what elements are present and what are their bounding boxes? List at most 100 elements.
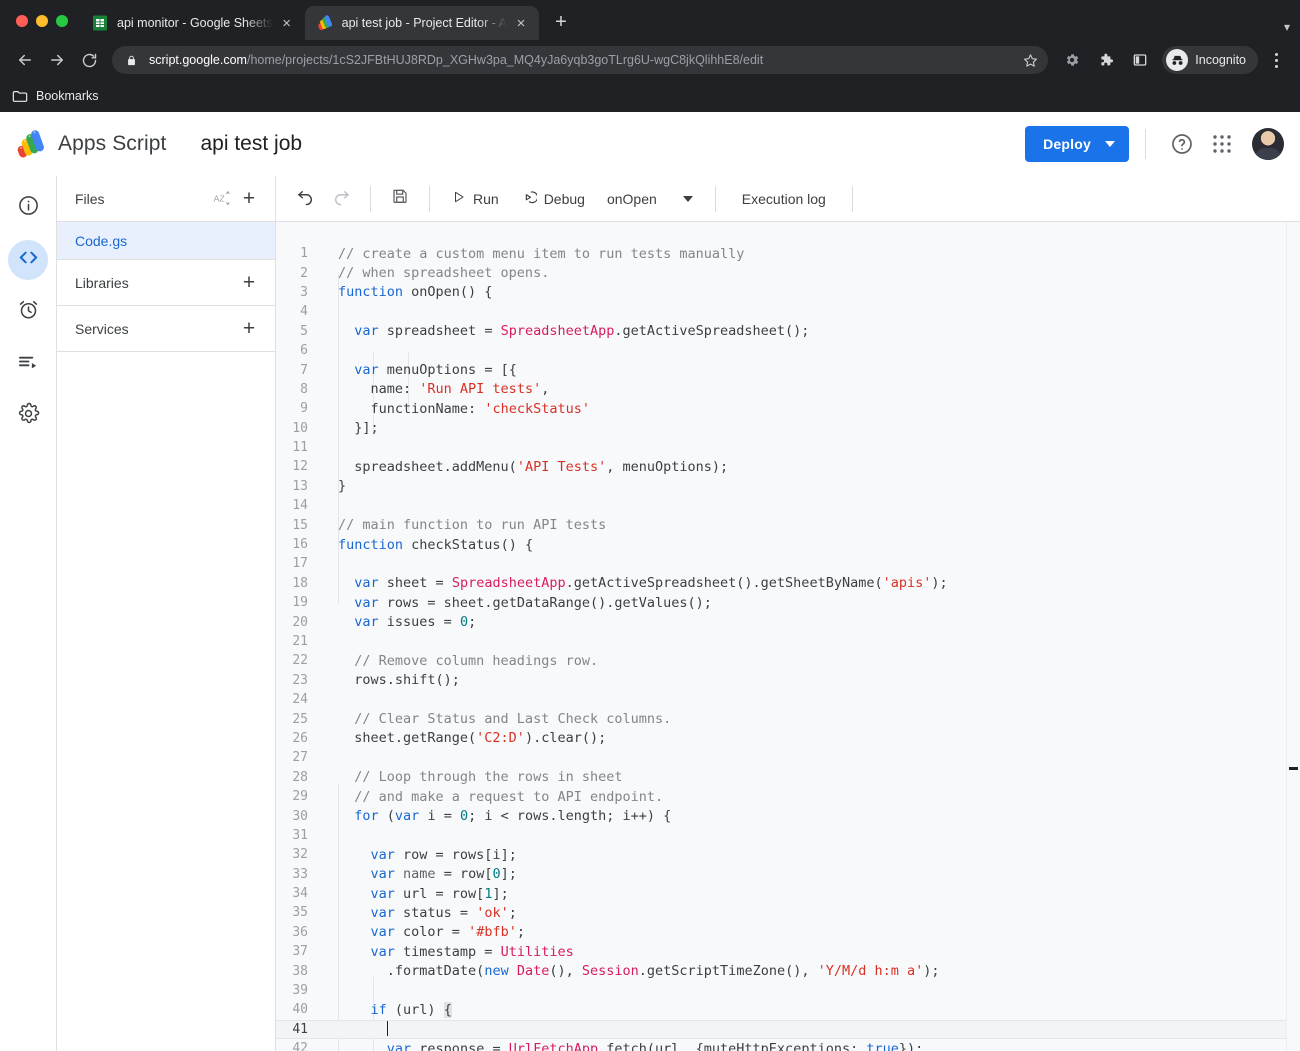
back-button[interactable] (10, 45, 40, 75)
code-line[interactable]: 20 var issues = 0; (276, 612, 1286, 631)
browser-tab-sheets[interactable]: api monitor - Google Sheets × (80, 6, 305, 40)
line-number: 2 (300, 265, 308, 281)
add-library-button[interactable]: + (235, 269, 263, 297)
redo-button[interactable] (324, 182, 358, 216)
close-icon[interactable]: × (511, 13, 531, 33)
code-line[interactable]: 40 if (url) { (276, 1000, 1286, 1019)
tab-list-button[interactable]: ▾ (1284, 20, 1300, 40)
libraries-section-header[interactable]: Libraries + (57, 260, 275, 306)
code-line[interactable]: 5 var spreadsheet = SpreadsheetApp.getAc… (276, 322, 1286, 341)
incognito-profile-button[interactable]: Incognito (1162, 46, 1258, 74)
line-number: 35 (292, 905, 308, 921)
code-line[interactable]: 18 var sheet = SpreadsheetApp.getActiveS… (276, 574, 1286, 593)
add-file-button[interactable]: + (235, 185, 263, 213)
code-line[interactable]: 42 var response = UrlFetchApp.fetch(url,… (276, 1039, 1286, 1051)
code-line[interactable]: 39 (276, 981, 1286, 1000)
code-line[interactable]: 12 spreadsheet.addMenu('API Tests', menu… (276, 457, 1286, 476)
services-section-header[interactable]: Services + (57, 306, 275, 352)
code-line[interactable]: 36 var color = '#bfb'; (276, 923, 1286, 942)
code-line[interactable]: 23 rows.shift(); (276, 671, 1286, 690)
code-line[interactable]: 2 // when spreadsheet opens. (276, 263, 1286, 282)
window-close-button[interactable] (16, 15, 28, 27)
add-service-button[interactable]: + (235, 315, 263, 343)
code-line[interactable]: 8 name: 'Run API tests', (276, 380, 1286, 399)
side-panel-icon[interactable] (1124, 45, 1156, 75)
settings-gear-icon[interactable] (1056, 45, 1088, 75)
code-line[interactable]: 10 }]; (276, 419, 1286, 438)
sidebar-item-triggers[interactable] (8, 292, 48, 332)
code-line[interactable]: 16 function checkStatus() { (276, 535, 1286, 554)
run-button[interactable]: Run (442, 182, 509, 216)
code-line[interactable]: 7 var menuOptions = [{ (276, 360, 1286, 379)
code-text: // Remove column headings row. (338, 652, 599, 669)
code-line[interactable]: 15 // main function to run API tests (276, 515, 1286, 534)
code-line[interactable]: 27 (276, 748, 1286, 767)
code-line[interactable]: 24 (276, 690, 1286, 709)
undo-button[interactable] (288, 182, 322, 216)
code-scroll-area[interactable]: 1 // create a custom menu item to run tes… (276, 222, 1286, 1051)
bookmarks-label[interactable]: Bookmarks (36, 89, 99, 103)
code-line[interactable]: 31 (276, 826, 1286, 845)
code-line[interactable]: 35 var status = 'ok'; (276, 903, 1286, 922)
code-line[interactable]: 30 for (var i = 0; i < rows.length; i++)… (276, 806, 1286, 825)
code-line[interactable]: 9 functionName: 'checkStatus' (276, 399, 1286, 418)
debug-button[interactable]: Debug (511, 182, 595, 216)
header-divider (1145, 129, 1146, 159)
page-title[interactable]: api test job (200, 132, 302, 156)
address-bar[interactable]: script.google.com/home/projects/1cS2JFBt… (112, 46, 1049, 74)
execution-log-button[interactable]: Execution log (728, 191, 840, 207)
sort-az-icon[interactable]: AZ (207, 185, 235, 213)
code-line[interactable]: 1 // create a custom menu item to run tes… (276, 244, 1286, 263)
window-controls (8, 15, 80, 40)
code-editor[interactable]: 1 // create a custom menu item to run tes… (276, 222, 1300, 1051)
code-line[interactable]: 25 // Clear Status and Last Check column… (276, 709, 1286, 728)
deploy-button[interactable]: Deploy (1025, 126, 1129, 162)
code-line[interactable]: 17 (276, 554, 1286, 573)
code-line[interactable]: 26 sheet.getRange('C2:D').clear(); (276, 729, 1286, 748)
google-apps-grid-button[interactable] (1202, 124, 1242, 164)
forward-button[interactable] (42, 45, 72, 75)
code-line[interactable]: 41 (276, 1019, 1286, 1040)
sidebar-item-overview[interactable] (8, 188, 48, 228)
code-line[interactable]: 19 var rows = sheet.getDataRange().getVa… (276, 593, 1286, 612)
code-line[interactable]: 6 (276, 341, 1286, 360)
save-button[interactable] (383, 182, 417, 216)
window-maximize-button[interactable] (56, 15, 68, 27)
close-icon[interactable]: × (277, 13, 297, 33)
line-number: 1 (300, 246, 308, 262)
app-name[interactable]: Apps Script (58, 132, 166, 156)
scrollbar-thumb[interactable] (1289, 767, 1298, 770)
code-line[interactable]: 37 var timestamp = Utilities (276, 942, 1286, 961)
code-line[interactable]: 4 (276, 302, 1286, 321)
svg-text:AZ: AZ (213, 194, 225, 204)
code-line[interactable]: 14 (276, 496, 1286, 515)
sidebar-item-executions[interactable] (8, 344, 48, 384)
debug-icon (521, 189, 538, 208)
avatar[interactable] (1252, 128, 1284, 160)
code-line[interactable]: 28 // Loop through the rows in sheet (276, 768, 1286, 787)
code-line[interactable]: 21 (276, 632, 1286, 651)
extensions-puzzle-icon[interactable] (1090, 45, 1122, 75)
file-item-code-gs[interactable]: Code.gs (57, 222, 275, 260)
code-line[interactable]: 33 var name = row[0]; (276, 865, 1286, 884)
code-line[interactable]: 38 .formatDate(new Date(), Session.getSc… (276, 961, 1286, 980)
code-line[interactable]: 29 // and make a request to API endpoint… (276, 787, 1286, 806)
window-minimize-button[interactable] (36, 15, 48, 27)
code-line[interactable]: 13} (276, 477, 1286, 496)
bookmark-star-icon[interactable] (1018, 48, 1042, 72)
code-line[interactable]: 32 var row = rows[i]; (276, 845, 1286, 864)
code-line[interactable]: 22 // Remove column headings row. (276, 651, 1286, 670)
help-button[interactable] (1162, 124, 1202, 164)
sidebar-item-editor[interactable] (8, 240, 48, 280)
code-line[interactable]: 34 var url = row[1]; (276, 884, 1286, 903)
editor-vertical-scrollbar[interactable] (1286, 222, 1300, 1051)
browser-tab-apps-script[interactable]: api test job - Project Editor - A × (304, 6, 539, 40)
reload-button[interactable] (74, 45, 104, 75)
browser-menu-button[interactable] (1262, 45, 1290, 75)
sidebar-item-settings[interactable] (8, 396, 48, 436)
line-number: 3 (300, 284, 308, 300)
new-tab-button[interactable]: + (547, 8, 575, 36)
code-line[interactable]: 11 (276, 438, 1286, 457)
function-select[interactable]: onOpen (597, 182, 703, 216)
code-line[interactable]: 3 function onOpen() { (276, 283, 1286, 302)
